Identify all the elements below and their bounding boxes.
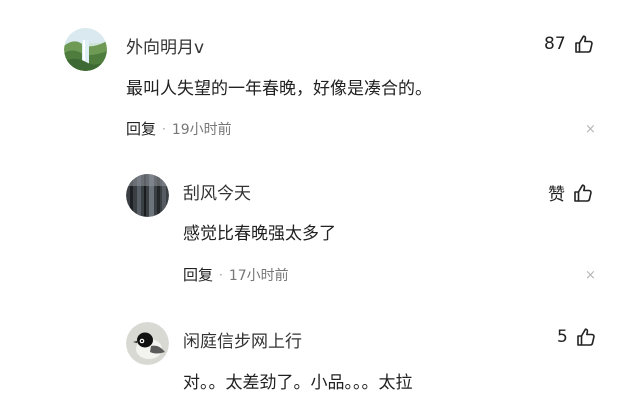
comment-username[interactable]: 闲庭信步网上行 <box>183 327 302 352</box>
like-label: 赞 <box>548 185 565 205</box>
comment-text: 感觉比春晚强太多了 <box>183 224 336 244</box>
comment-list: 外向明月v 最叫人失望的一年春晚，好像是凑合的。 回复 · 19小时前 87 × <box>0 0 625 405</box>
reply-button[interactable]: 回复 <box>183 264 213 285</box>
like-button[interactable]: 87 <box>544 34 594 54</box>
comment-meta: 回复 · 17小时前 <box>183 264 289 285</box>
reply-button[interactable]: 回复 <box>126 118 156 139</box>
avatar-bird-icon[interactable] <box>126 322 169 365</box>
thumbs-up-icon <box>573 183 593 203</box>
like-count: 87 <box>544 34 566 54</box>
comment-time: 17小时前 <box>228 267 289 284</box>
separator-dot: · <box>162 121 166 136</box>
separator-dot: · <box>219 267 223 282</box>
thumbs-up-icon <box>576 327 596 347</box>
comment-text: 对。。太差劲了。小品。。。太拉 <box>183 373 413 393</box>
like-count: 5 <box>557 327 568 347</box>
comment-time: 19小时前 <box>171 121 232 138</box>
like-button[interactable]: 赞 <box>548 180 593 205</box>
avatar-forest-icon[interactable] <box>126 174 169 217</box>
comment-username[interactable]: 刮风今天 <box>183 179 251 204</box>
comment-meta: 回复 · 19小时前 <box>126 118 232 139</box>
comment-text: 最叫人失望的一年春晚，好像是凑合的。 <box>126 79 432 99</box>
close-icon[interactable]: × <box>585 123 596 136</box>
like-button[interactable]: 5 <box>557 327 596 347</box>
comment-username[interactable]: 外向明月v <box>126 33 204 58</box>
close-icon[interactable]: × <box>585 269 596 282</box>
thumbs-up-icon <box>574 34 594 54</box>
avatar-landscape-waterfall-icon[interactable] <box>64 28 107 71</box>
